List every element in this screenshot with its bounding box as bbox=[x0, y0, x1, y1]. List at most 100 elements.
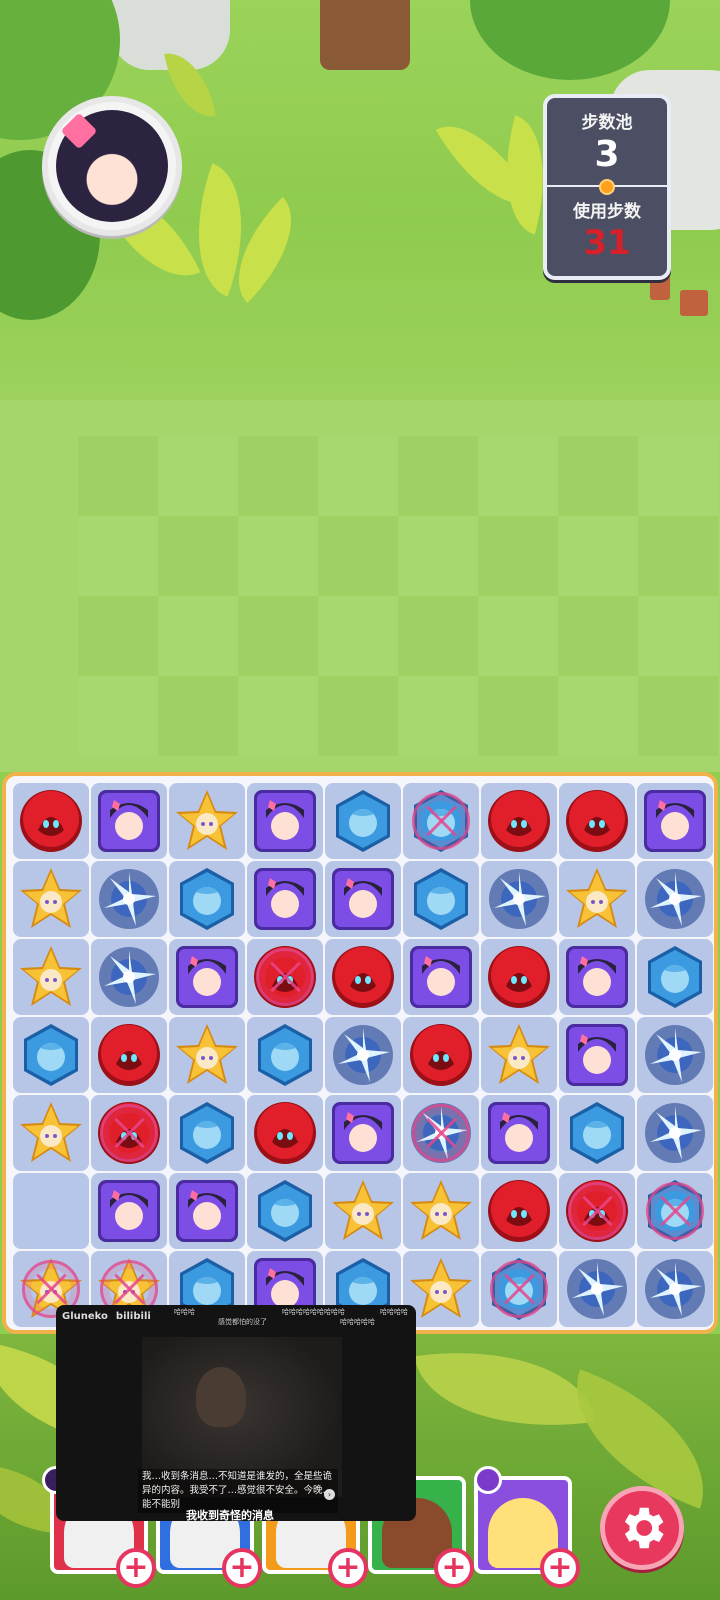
board-cell[interactable] bbox=[247, 783, 323, 859]
board-cell[interactable] bbox=[637, 1251, 713, 1327]
board-cell[interactable] bbox=[91, 861, 167, 937]
purple-portrait-tile[interactable] bbox=[252, 788, 318, 854]
lightning-tile[interactable] bbox=[96, 944, 162, 1010]
blue-hexagon-tile[interactable] bbox=[252, 1178, 318, 1244]
board-cell[interactable] bbox=[559, 1173, 635, 1249]
lightning-tile[interactable] bbox=[408, 1100, 474, 1166]
board-cell[interactable] bbox=[13, 861, 89, 937]
blue-hexagon-tile[interactable] bbox=[18, 1022, 84, 1088]
board-cell[interactable] bbox=[169, 1095, 245, 1171]
lightning-tile[interactable] bbox=[96, 866, 162, 932]
lightning-tile[interactable] bbox=[486, 866, 552, 932]
red-blob-tile[interactable] bbox=[486, 1178, 552, 1244]
plus-icon[interactable]: + bbox=[222, 1548, 262, 1588]
board-cell[interactable] bbox=[247, 1173, 323, 1249]
red-blob-tile[interactable] bbox=[408, 1022, 474, 1088]
board-cell[interactable] bbox=[481, 861, 557, 937]
board-cell[interactable] bbox=[13, 1095, 89, 1171]
purple-portrait-tile[interactable] bbox=[564, 944, 630, 1010]
blue-hexagon-tile[interactable] bbox=[408, 788, 474, 854]
lightning-tile[interactable] bbox=[330, 1022, 396, 1088]
lightning-tile[interactable] bbox=[564, 1256, 630, 1322]
red-blob-tile[interactable] bbox=[330, 944, 396, 1010]
board-cell[interactable] bbox=[325, 861, 401, 937]
board-cell[interactable] bbox=[481, 1017, 557, 1093]
blue-hexagon-tile[interactable] bbox=[642, 1178, 708, 1244]
yellow-star-tile[interactable] bbox=[18, 866, 84, 932]
blue-hexagon-tile[interactable] bbox=[408, 866, 474, 932]
yellow-star-tile[interactable] bbox=[18, 944, 84, 1010]
board-cell[interactable] bbox=[169, 1173, 245, 1249]
board-cell[interactable] bbox=[481, 783, 557, 859]
yellow-star-tile[interactable] bbox=[174, 1022, 240, 1088]
red-blob-tile[interactable] bbox=[18, 788, 84, 854]
board-cell[interactable] bbox=[13, 939, 89, 1015]
board-cell[interactable] bbox=[91, 1017, 167, 1093]
settings-button[interactable] bbox=[600, 1486, 684, 1570]
purple-portrait-tile[interactable] bbox=[408, 944, 474, 1010]
blue-hexagon-tile[interactable] bbox=[174, 1100, 240, 1166]
plus-icon[interactable]: + bbox=[328, 1548, 368, 1588]
red-blob-tile[interactable] bbox=[96, 1022, 162, 1088]
board-cell[interactable] bbox=[325, 783, 401, 859]
board-cell[interactable] bbox=[91, 1095, 167, 1171]
purple-portrait-tile[interactable] bbox=[174, 944, 240, 1010]
lightning-tile[interactable] bbox=[642, 1022, 708, 1088]
yellow-star-tile[interactable] bbox=[564, 866, 630, 932]
board-cell[interactable] bbox=[403, 1095, 479, 1171]
red-blob-tile[interactable] bbox=[252, 944, 318, 1010]
play-next-icon[interactable]: › bbox=[324, 1489, 335, 1500]
board-cell[interactable] bbox=[637, 939, 713, 1015]
red-blob-tile[interactable] bbox=[564, 1178, 630, 1244]
plus-icon[interactable]: + bbox=[540, 1548, 580, 1588]
board-cell[interactable] bbox=[247, 1017, 323, 1093]
board-cell[interactable] bbox=[559, 939, 635, 1015]
board-cell[interactable] bbox=[91, 783, 167, 859]
blue-hexagon-tile[interactable] bbox=[252, 1022, 318, 1088]
board-cell[interactable] bbox=[559, 1095, 635, 1171]
blue-hexagon-tile[interactable] bbox=[330, 788, 396, 854]
video-overlay[interactable]: Gluneko bilibili 哈哈哈 感觉都怕的没了 哈哈哈哈哈哈哈哈哈 哈… bbox=[56, 1305, 416, 1521]
board-cell[interactable] bbox=[91, 1173, 167, 1249]
yellow-star-tile[interactable] bbox=[330, 1178, 396, 1244]
board-cell[interactable] bbox=[403, 861, 479, 937]
board-cell[interactable] bbox=[637, 1017, 713, 1093]
board-cell[interactable] bbox=[13, 783, 89, 859]
yellow-star-tile[interactable] bbox=[408, 1178, 474, 1244]
board-cell[interactable] bbox=[325, 939, 401, 1015]
blue-hexagon-tile[interactable] bbox=[486, 1256, 552, 1322]
board-cell[interactable] bbox=[403, 1017, 479, 1093]
board-cell[interactable] bbox=[637, 861, 713, 937]
board-cell[interactable] bbox=[169, 1017, 245, 1093]
red-blob-tile[interactable] bbox=[252, 1100, 318, 1166]
board-cell[interactable] bbox=[481, 1251, 557, 1327]
board-cell[interactable] bbox=[403, 939, 479, 1015]
purple-portrait-tile[interactable] bbox=[330, 866, 396, 932]
purple-portrait-tile[interactable] bbox=[486, 1100, 552, 1166]
yellow-star-tile[interactable] bbox=[18, 1100, 84, 1166]
board-cell[interactable] bbox=[91, 939, 167, 1015]
plus-icon[interactable]: + bbox=[434, 1548, 474, 1588]
yellow-star-tile[interactable] bbox=[486, 1022, 552, 1088]
red-blob-tile[interactable] bbox=[96, 1100, 162, 1166]
lightning-tile[interactable] bbox=[642, 1256, 708, 1322]
board-cell[interactable] bbox=[247, 861, 323, 937]
board-cell[interactable] bbox=[481, 1173, 557, 1249]
purple-portrait-tile[interactable] bbox=[96, 1178, 162, 1244]
board-cell[interactable] bbox=[13, 1017, 89, 1093]
blue-hexagon-tile[interactable] bbox=[642, 944, 708, 1010]
red-blob-tile[interactable] bbox=[564, 788, 630, 854]
board-cell[interactable] bbox=[637, 1095, 713, 1171]
player-avatar[interactable] bbox=[42, 96, 182, 236]
purple-portrait-tile[interactable] bbox=[330, 1100, 396, 1166]
yellow-star-tile[interactable] bbox=[408, 1256, 474, 1322]
red-blob-tile[interactable] bbox=[486, 944, 552, 1010]
board-cell[interactable] bbox=[325, 1095, 401, 1171]
board-cell[interactable] bbox=[559, 1251, 635, 1327]
red-blob-tile[interactable] bbox=[486, 788, 552, 854]
board-cell[interactable] bbox=[637, 1173, 713, 1249]
board-cell[interactable] bbox=[559, 861, 635, 937]
board-cell[interactable] bbox=[481, 1095, 557, 1171]
board-cell[interactable] bbox=[403, 1173, 479, 1249]
board-cell[interactable] bbox=[13, 1173, 89, 1249]
